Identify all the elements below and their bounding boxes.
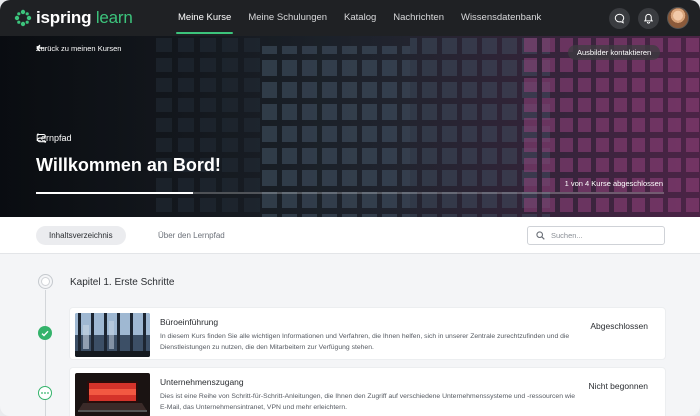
office-building-background-image bbox=[0, 36, 700, 217]
nav-item-meine-schulungen[interactable]: Meine Schulungen bbox=[240, 0, 335, 36]
chat-icon bbox=[614, 13, 625, 24]
nav-item-katalog[interactable]: Katalog bbox=[336, 0, 384, 36]
course-status: Abgeschlossen bbox=[590, 321, 648, 331]
chapter-marker-inner bbox=[41, 277, 50, 286]
chat-button[interactable] bbox=[609, 8, 630, 29]
course-title[interactable]: Büroeinführung bbox=[160, 317, 218, 327]
logo-mark-icon bbox=[14, 9, 32, 27]
checkmark-icon bbox=[41, 330, 49, 336]
course-status-done-marker bbox=[38, 326, 52, 340]
course-description: In diesem Kurs finden Sie alle wichtigen… bbox=[160, 333, 570, 351]
search-input[interactable] bbox=[551, 231, 661, 240]
page-title: Willkommen an Bord! bbox=[36, 155, 221, 175]
search-icon bbox=[536, 231, 545, 240]
course-status-pending-marker bbox=[38, 386, 52, 400]
tab-inhaltsverzeichnis[interactable]: Inhaltsverzeichnis bbox=[36, 226, 126, 245]
main-nav: Meine Kurse Meine Schulungen Katalog Nac… bbox=[170, 0, 550, 36]
nav-item-nachrichten[interactable]: Nachrichten bbox=[385, 0, 452, 36]
bell-icon bbox=[643, 13, 654, 24]
search-box[interactable] bbox=[527, 226, 665, 245]
course-title[interactable]: Unternehmenszugang bbox=[160, 377, 244, 387]
contact-instructor-button[interactable]: Ausbilder kontaktieren bbox=[568, 45, 661, 60]
learning-path-type-label: Lernpfad bbox=[36, 133, 72, 143]
arrow-left-icon bbox=[36, 44, 44, 52]
logo-text: ispring learn bbox=[36, 8, 133, 27]
top-navigation-bar: ispring learn Meine Kurse Meine Schulung… bbox=[0, 0, 700, 36]
app-window: ispring learn Meine Kurse Meine Schulung… bbox=[0, 0, 700, 416]
progress-bar-fill bbox=[36, 192, 193, 194]
course-card[interactable]: Büroeinführung In diesem Kurs finden Sie… bbox=[70, 308, 665, 359]
tab-bar: Inhaltsverzeichnis Über den Lernpfad bbox=[0, 217, 700, 254]
back-link-label: Zurück zu meinen Kursen bbox=[36, 44, 122, 53]
laptop-image bbox=[75, 373, 150, 416]
office-window-image bbox=[75, 313, 150, 357]
chapter-marker bbox=[38, 274, 53, 289]
tab-ueber-den-lernpfad[interactable]: Über den Lernpfad bbox=[145, 226, 238, 245]
course-thumbnail-image bbox=[75, 313, 150, 357]
back-to-courses-link[interactable]: Zurück zu meinen Kursen bbox=[36, 44, 121, 53]
course-description: Dies ist eine Reihe von Schritt-für-Schr… bbox=[160, 393, 576, 411]
course-card[interactable]: Unternehmenszugang Dies ist eine Reihe v… bbox=[70, 368, 665, 416]
course-status: Nicht begonnen bbox=[588, 381, 648, 391]
ispring-learn-logo[interactable]: ispring learn bbox=[14, 8, 133, 28]
learning-path-icon bbox=[37, 133, 47, 143]
ellipsis-icon bbox=[41, 392, 49, 394]
chapter-title: Kapitel 1. Erste Schritte bbox=[70, 277, 175, 288]
nav-item-meine-kurse[interactable]: Meine Kurse bbox=[170, 0, 239, 36]
progress-bar bbox=[36, 192, 664, 194]
notifications-button[interactable] bbox=[638, 8, 659, 29]
course-thumbnail-image bbox=[75, 373, 150, 416]
progress-text: 1 von 4 Kurse abgeschlossen bbox=[564, 179, 663, 188]
course-hero-banner: Zurück zu meinen Kursen Ausbilder kontak… bbox=[0, 36, 700, 217]
user-avatar[interactable] bbox=[667, 7, 689, 29]
nav-item-wissensdatenbank[interactable]: Wissensdatenbank bbox=[453, 0, 549, 36]
